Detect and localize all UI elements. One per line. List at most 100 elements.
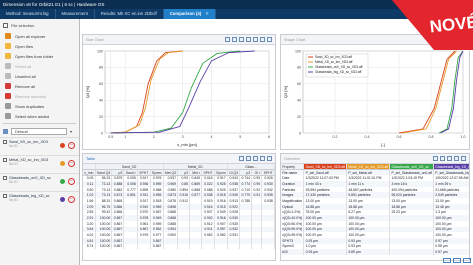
print-icon[interactable] xyxy=(447,156,452,161)
y-tick-label: 80 xyxy=(297,66,301,70)
copy-icon[interactable] xyxy=(253,156,258,161)
chart-legend: Sand_XD_sc_inn_XD3.affMetal_XD_sc_inn_XD… xyxy=(305,53,369,78)
column-header[interactable]: x_min xyxy=(83,169,96,176)
table-cell: 0.873 xyxy=(111,192,125,199)
settings-icon[interactable] xyxy=(260,156,265,161)
export-icon[interactable] xyxy=(246,156,251,161)
expand-icon[interactable] xyxy=(267,37,272,42)
expand-icon[interactable] xyxy=(461,37,466,42)
column-header[interactable]: Symm xyxy=(214,169,228,176)
settings-icon[interactable] xyxy=(246,37,251,42)
group-select[interactable]: Default xyxy=(11,128,67,135)
series-color-swatch[interactable] xyxy=(60,197,65,202)
x-tick-label: 1.0 xyxy=(461,135,466,139)
copy-icon[interactable] xyxy=(253,37,258,42)
table-row[interactable]: Date 1/3/2022 11:07:43 PM 1/3/2022 11:01:3… xyxy=(281,175,469,182)
column-header[interactable]: SPHT xyxy=(137,169,151,176)
file-list-item[interactable]: Metal_XD_sc_inn_XD3 No ID − xyxy=(0,155,79,173)
folder-open-icon xyxy=(5,53,11,59)
settings-icon[interactable] xyxy=(454,156,459,161)
table-cell: 0.912 xyxy=(201,220,215,227)
expand-icon[interactable] xyxy=(267,156,272,161)
pan-icon[interactable] xyxy=(232,37,237,42)
expand-icon[interactable] xyxy=(461,156,466,161)
table-cell: 100.00 xyxy=(95,243,113,250)
layout-icon[interactable] xyxy=(453,258,461,263)
sidebar-item-folder[interactable]: Open files xyxy=(0,41,79,51)
column-header[interactable]: SPHT xyxy=(201,169,215,176)
tab-comparison[interactable]: Comparison (4) ✕ xyxy=(163,9,216,19)
table-cell: x(Q3=50.0%) xyxy=(281,220,305,227)
column-header[interactable]: Sand Q3 xyxy=(95,169,113,176)
file-list-item[interactable]: Glassbeads_on0_XD_sc No ID − xyxy=(0,173,79,191)
sidebar-item-unselect-all[interactable]: Unselect all xyxy=(0,71,79,81)
table-cell: 0.868 xyxy=(189,186,203,193)
export-icon[interactable] xyxy=(440,37,445,42)
sidebar-menu: Open all explorer Open files Open files fr… xyxy=(0,31,79,121)
table-cell: 0.088 xyxy=(201,186,215,193)
series-color-swatch[interactable] xyxy=(60,161,65,166)
size-distribution-chart[interactable]: 0 20 40 60 80 100 0.5 1 2 3 4 5 6 x_min [µm] Q3 [%] xyxy=(83,45,275,149)
column-header[interactable]: Met r xyxy=(189,169,203,176)
chevron-down-icon[interactable]: ▾ xyxy=(70,129,72,134)
shape-distribution-chart[interactable]: 0 20 40 60 80 100 0.2 0.4 0.6 0.8 1.0 [-] Q3 [%] Sand… xyxy=(281,45,469,149)
grid-icon[interactable] xyxy=(3,22,8,28)
sidebar-item-select-all[interactable]: Select all xyxy=(0,61,79,71)
column-header[interactable]: SPHT xyxy=(261,169,275,176)
column-header[interactable]: Sand r xyxy=(123,169,138,176)
series-color-swatch[interactable] xyxy=(60,143,65,148)
remove-file-icon[interactable]: − xyxy=(68,142,75,149)
copy-icon[interactable] xyxy=(440,156,445,161)
sidebar-item-label: Open files xyxy=(15,43,34,49)
filter-icon[interactable] xyxy=(239,156,244,161)
column-header[interactable]: Gl Q3 xyxy=(227,169,241,176)
sidebar-item-label: Select when added xyxy=(15,113,50,119)
layout-icon[interactable] xyxy=(443,258,451,263)
explorer-icon xyxy=(5,33,11,39)
zoom-icon[interactable] xyxy=(433,37,438,42)
file-list-item[interactable]: Glassbeads_big_XD_sc No ID − xyxy=(0,191,79,209)
column-header[interactable]: Met Q3 xyxy=(163,169,179,176)
table-cell: 0.022 xyxy=(201,181,215,187)
y-tick-label: 60 xyxy=(297,82,301,86)
column-header[interactable]: Symm xyxy=(150,169,164,176)
sidebar-item-remove-all[interactable]: Remove all xyxy=(0,81,79,91)
file-checkbox[interactable] xyxy=(3,158,7,162)
table-cell: 0.911 xyxy=(137,192,151,199)
table-row[interactable]: 5.74 100.00 0.867 0.867 xyxy=(83,243,275,250)
remove-file-icon[interactable]: − xyxy=(68,178,75,185)
remove-file-icon[interactable]: − xyxy=(68,160,75,167)
sidebar-item-remove-selected[interactable]: Remove selected xyxy=(0,91,79,101)
export-icon[interactable] xyxy=(239,37,244,42)
table-cell: 0.899 xyxy=(137,186,151,193)
settings-icon[interactable] xyxy=(447,37,452,42)
tab-measurement[interactable]: Measurement xyxy=(56,9,95,19)
sidebar-item-folder-open[interactable]: Open files from folder xyxy=(0,51,79,61)
layout-icon[interactable] xyxy=(463,258,471,263)
sidebar-item-explorer[interactable]: Open all explorer xyxy=(0,31,79,41)
results-table[interactable]: Sand_XD Metal_XD Glass... x_min Sand Q3 p3 San… xyxy=(83,164,275,250)
table-cell: 0.926 xyxy=(261,175,275,182)
properties-table[interactable]: Property Sand_XD_sc_inn_XD3.aff Metal_XD_s… xyxy=(281,164,469,255)
sidebar-item-duplicates[interactable]: Show duplicates xyxy=(0,101,79,111)
table-cell: 0.867 xyxy=(111,226,125,233)
print-icon[interactable] xyxy=(260,37,265,42)
remove-file-icon[interactable]: − xyxy=(68,196,75,203)
export-icon[interactable] xyxy=(433,156,438,161)
table-row[interactable]: b/l3 0.93 µm 0.89 µm 0.97 µm xyxy=(281,249,469,255)
tab-method[interactable]: Method: measurmt.lsg xyxy=(0,9,56,19)
zoom-icon[interactable] xyxy=(225,37,230,42)
sidebar-item-auto-select[interactable]: Select when added xyxy=(0,111,79,121)
print-icon[interactable] xyxy=(454,37,459,42)
file-checkbox[interactable] xyxy=(3,140,7,144)
series-color-swatch[interactable] xyxy=(60,179,65,184)
close-tab-icon[interactable]: ✕ xyxy=(205,11,209,16)
table-cell: 0.882 xyxy=(111,186,125,193)
y-tick-label: 60 xyxy=(99,82,103,86)
file-checkbox[interactable] xyxy=(3,194,7,198)
tab-results[interactable]: Results: Mk XC en.inn 2Dbclf xyxy=(95,9,164,19)
file-checkbox[interactable] xyxy=(3,176,7,180)
file-list-item[interactable]: Sand_XD_sc_inn_XD3 No ID − xyxy=(0,137,79,155)
table-cell: 0.936 xyxy=(137,181,151,187)
table-cell: 0.744 xyxy=(239,175,253,182)
